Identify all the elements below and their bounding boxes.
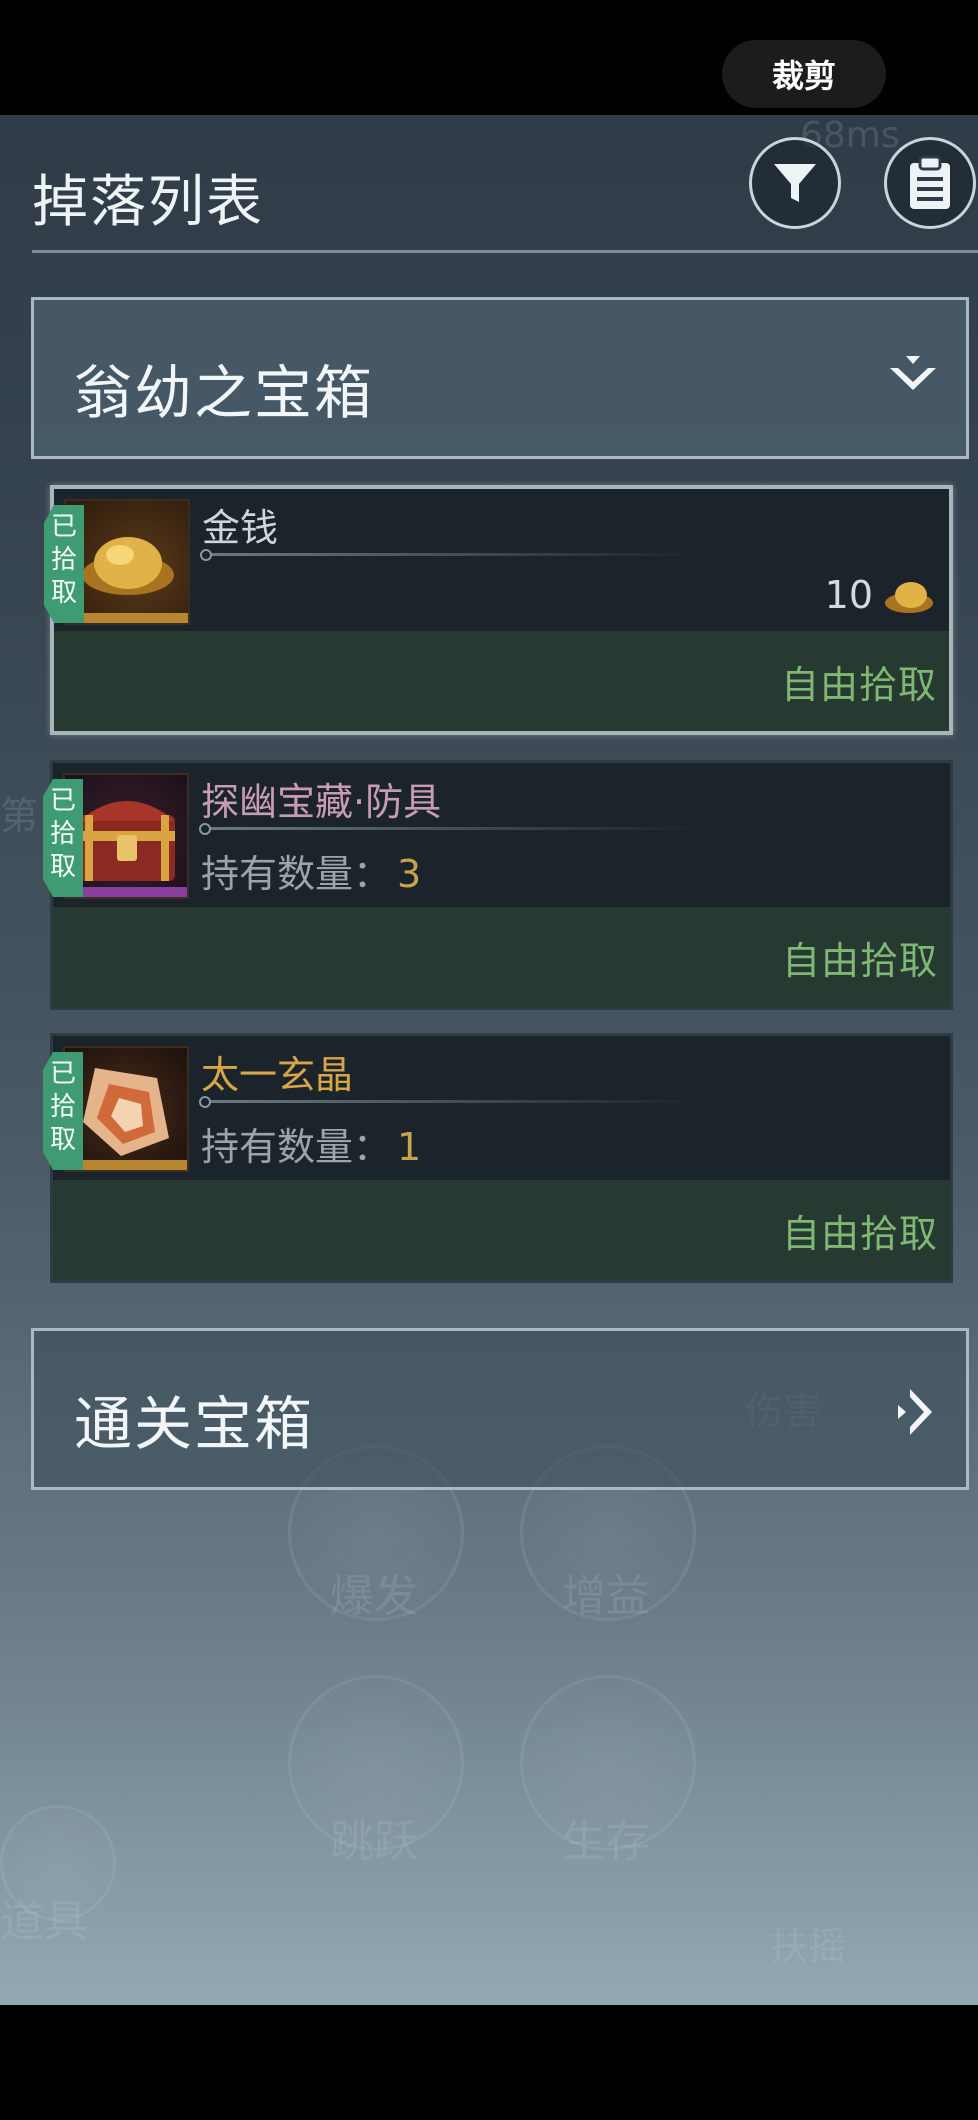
rarity-stripe <box>65 887 187 897</box>
pickup-mode: 自由拾取 <box>781 1212 938 1256</box>
clipboard-icon <box>910 155 950 209</box>
pickup-mode: 自由拾取 <box>780 663 937 707</box>
crop-button[interactable]: 裁剪 <box>722 40 886 108</box>
loot-item-card[interactable]: 已拾取 金钱 10 自由拾取 <box>44 485 953 735</box>
item-quantity: 10 <box>825 573 935 617</box>
navigation-bar <box>0 2005 978 2120</box>
item-name: 太一玄晶 <box>201 1053 354 1097</box>
owned-count: 持有数量： 1 <box>201 1116 421 1171</box>
item-name: 探幽宝藏·防具 <box>201 780 442 824</box>
picked-tag: 已拾取 <box>43 779 83 897</box>
filter-icon <box>774 164 816 202</box>
owned-value: 1 <box>397 1125 422 1169</box>
bg-label-jump: 跳跃 <box>330 1816 418 1867</box>
owned-count: 持有数量： 3 <box>201 843 421 898</box>
section-header-clear-chest[interactable]: 通关宝箱 <box>31 1328 969 1490</box>
panel-title: 掉落列表 <box>32 170 264 235</box>
item-divider <box>199 1096 701 1108</box>
status-bar: 裁剪 <box>0 0 978 115</box>
bg-label-fuyao: 扶摇 <box>770 1924 847 1968</box>
section-title: 通关宝箱 <box>74 1390 315 1458</box>
item-divider <box>199 823 701 835</box>
crystal-icon <box>83 1068 169 1156</box>
treasure-chest-icon <box>79 801 175 881</box>
header-divider <box>32 250 978 253</box>
bg-label-burst: 爆发 <box>330 1571 418 1622</box>
chevron-right-icon <box>898 1389 932 1435</box>
bg-label-item: 道具 <box>0 1896 88 1947</box>
loot-panel-screen: 爆发 增益 跳跃 生存 道具 扶摇 伤害 68ms 第 掉落列表 翁幼之宝箱 <box>0 115 978 2005</box>
owned-label: 持有数量： <box>201 852 392 896</box>
owned-value: 3 <box>397 852 422 896</box>
rarity-stripe <box>66 613 188 623</box>
rarity-stripe <box>65 1160 187 1170</box>
picked-tag: 已拾取 <box>44 505 84 623</box>
chevron-down-icon <box>890 356 936 390</box>
bg-label-buff: 增益 <box>562 1571 650 1622</box>
owned-label: 持有数量： <box>201 1125 392 1169</box>
bg-label-survive: 生存 <box>562 1816 650 1867</box>
item-divider <box>200 549 702 561</box>
clipboard-button[interactable] <box>884 137 976 229</box>
coin-icon <box>885 582 933 613</box>
loot-item-card[interactable]: 已拾取 探幽宝藏·防具 持有数量： 3 自由拾取 <box>43 760 953 1010</box>
item-name: 金钱 <box>202 506 279 550</box>
loot-item-card[interactable]: 已拾取 太一玄晶 持有数量： 1 自由拾取 <box>43 1033 953 1283</box>
section-title: 翁幼之宝箱 <box>74 359 375 427</box>
pickup-mode: 自由拾取 <box>781 939 938 983</box>
picked-tag: 已拾取 <box>43 1052 83 1170</box>
filter-button[interactable] <box>749 137 841 229</box>
gold-ingot-icon <box>82 537 174 595</box>
section-header-chest[interactable]: 翁幼之宝箱 <box>31 297 969 459</box>
bg-label-edge: 第 <box>0 794 39 838</box>
quantity-value: 10 <box>824 573 873 617</box>
